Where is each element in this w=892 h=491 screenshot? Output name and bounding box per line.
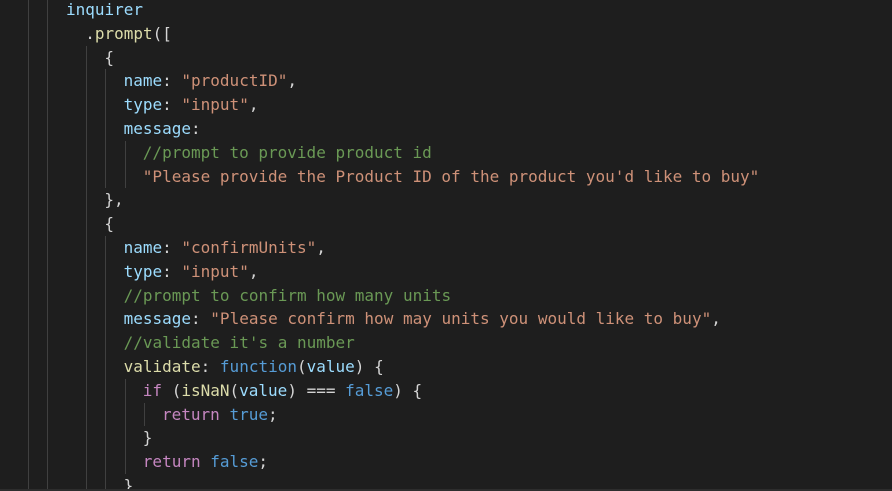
code-token: name [123,238,163,257]
indent-guide [105,69,107,189]
code-line[interactable]: message: [124,117,201,141]
code-line[interactable]: }, [104,188,123,212]
code-token: isNaN [181,380,230,400]
code-token: : [162,238,182,257]
code-line[interactable]: name: "productID", [124,69,297,93]
code-token: }, [104,190,124,210]
code-token: if [142,380,163,400]
code-token: , [711,309,721,329]
code-token: ([ [152,23,172,43]
code-line[interactable]: //prompt to provide product id [143,141,432,165]
code-token: //validate it's a number [123,333,355,353]
code-token: : [162,71,182,91]
code-token: type [123,261,163,281]
code-token: ; [267,404,278,424]
code-line[interactable]: //validate it's a number [124,331,355,355]
code-token: function [219,357,297,376]
code-token: type [123,95,163,115]
code-editor[interactable]: inquirer .prompt([{name: "productID", type… [0,0,892,491]
code-line[interactable]: { [104,212,114,236]
indent-guide [143,402,145,427]
code-token: : [200,357,220,376]
indent-guide [86,45,88,491]
code-token: ) { [354,357,384,376]
code-token: message [123,309,192,329]
code-token: true [229,404,268,424]
code-token: message [123,119,192,138]
code-token: return [142,452,201,472]
indent-guide [124,378,126,474]
code-token: prompt [94,23,153,43]
code-line[interactable]: type: "input", [124,93,259,117]
code-token: : [191,119,201,138]
code-token: ( [296,357,307,376]
code-line[interactable]: return true; [162,403,278,427]
code-line[interactable]: "Please provide the Product ID of the pr… [143,165,760,189]
code-line[interactable]: message: "Please confirm how may units y… [124,307,721,331]
code-token: : [162,95,182,115]
code-token: , [248,261,259,281]
code-token: "confirmUnits" [181,238,317,257]
code-token: name [123,71,163,91]
code-line[interactable]: name: "confirmUnits", [124,236,326,260]
indent-guide [28,0,29,491]
code-token: "Please confirm how may units you would … [210,309,712,329]
code-token: value [306,357,355,376]
code-token: false [345,380,394,400]
code-token: value [239,380,288,400]
code-line[interactable]: return false; [143,450,268,474]
code-line[interactable]: .prompt([ [85,22,172,46]
indent-guide [105,236,107,491]
code-token: { [104,214,115,234]
code-token: } [142,428,153,448]
code-token: : [191,309,211,329]
code-line[interactable]: //prompt to confirm how many units [124,284,452,308]
code-token: . [85,23,95,43]
code-token: { [104,47,115,67]
code-token: , [248,95,259,115]
code-token: , [287,71,297,91]
code-line[interactable]: validate: function(value) { [124,355,384,379]
code-token: //prompt to confirm how many units [123,285,452,305]
code-token: ) { [393,380,423,400]
code-token: ( [162,380,182,400]
code-token: return [162,404,220,424]
code-token: "productID" [181,71,288,91]
code-line[interactable]: inquirer [66,0,143,22]
code-line[interactable]: type: "input", [124,260,259,284]
code-token: ; [258,452,269,472]
code-token: "input" [181,261,249,281]
code-token: ) === [287,380,346,400]
code-token: "input" [181,95,249,115]
code-token: ( [229,380,240,400]
indent-guide [124,140,126,189]
code-token: validate [123,357,201,376]
code-line[interactable]: { [104,46,114,70]
code-token: : [162,261,182,281]
code-line[interactable]: } [143,426,153,450]
code-token: false [210,452,259,472]
code-token: //prompt to provide product id [142,142,432,162]
code-line[interactable]: if (isNaN(value) === false) { [143,379,422,403]
code-token: , [316,238,326,257]
code-token: "Please provide the Product ID of the pr… [142,166,760,186]
code-token: inquirer [66,0,144,19]
indent-guide [47,0,48,491]
